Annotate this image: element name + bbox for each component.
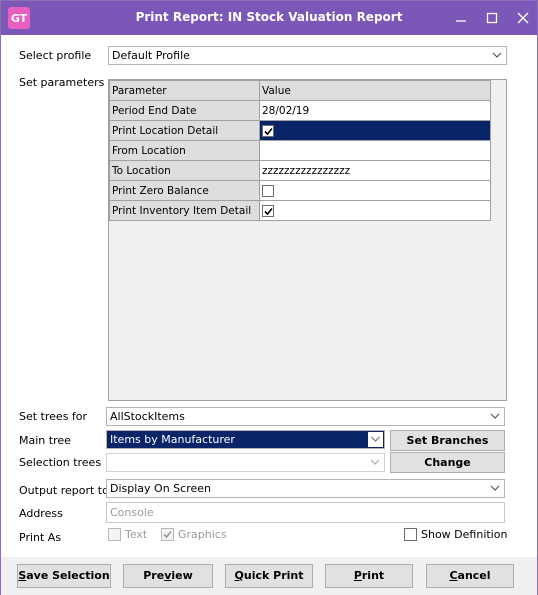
parameters-grid: Parameter Value Period End Date 28/02/19… [108,79,507,401]
chevron-down-icon [492,52,502,58]
main-tree-select[interactable]: Items by Manufacturer [106,430,385,449]
minimize-button[interactable] [449,7,473,29]
text-option-label: Text [125,528,148,541]
parameter-column-header: Parameter [109,80,260,101]
change-button[interactable]: Change [390,452,505,473]
parameter-name: From Location [109,140,260,161]
graphics-option[interactable]: Graphics [161,528,227,541]
print-zero-balance-cell[interactable] [259,180,491,201]
set-trees-for-select[interactable]: AllStockItems [106,407,505,426]
selection-trees-select[interactable] [106,453,385,472]
print-location-detail-cell[interactable] [259,120,491,141]
chevron-down-icon [368,432,383,447]
save-selection-button[interactable]: Save Selection [17,564,111,588]
print-inventory-item-detail-cell[interactable] [259,200,491,221]
checkmark-icon [264,207,273,215]
from-location-input[interactable] [259,140,491,161]
parameter-name: Period End Date [109,100,260,121]
parameter-name: Print Inventory Item Detail [109,200,260,221]
parameter-row: To Location zzzzzzzzzzzzzzzz [109,160,491,181]
parameter-row: Print Location Detail [109,120,491,141]
parameter-name: Print Location Detail [109,120,260,141]
parameter-row: From Location [109,140,491,161]
parameters-header-row: Parameter Value [109,80,491,101]
profile-select-value: Default Profile [112,49,190,62]
period-end-date-input[interactable]: 28/02/19 [259,100,491,121]
print-inventory-item-detail-checkbox[interactable] [262,204,274,217]
show-definition-option[interactable]: Show Definition [404,528,507,541]
chevron-down-icon [490,413,500,419]
close-button[interactable] [511,7,535,29]
value-column-header: Value [259,80,491,101]
main-tree-label: Main tree [19,434,71,447]
graphics-checkbox[interactable] [161,528,174,541]
checkmark-icon [163,530,172,539]
preview-button[interactable]: Preview [123,564,213,588]
show-definition-checkbox[interactable] [404,528,417,541]
select-profile-label: Select profile [19,49,92,62]
chevron-down-icon [370,459,380,465]
text-option[interactable]: Text [108,528,147,541]
parameter-row: Print Inventory Item Detail [109,200,491,221]
show-definition-label: Show Definition [421,528,508,541]
cancel-button[interactable]: Cancel [426,564,514,588]
profile-select[interactable]: Default Profile [108,46,507,65]
parameter-row: Print Zero Balance [109,180,491,201]
to-location-input[interactable]: zzzzzzzzzzzzzzzz [259,160,491,181]
maximize-button[interactable] [480,7,504,29]
main-tree-value: Items by Manufacturer [110,433,235,446]
address-label: Address [19,507,63,520]
print-as-label: Print As [19,531,62,544]
close-icon [517,12,529,24]
set-branches-button[interactable]: Set Branches [390,430,505,451]
set-trees-for-label: Set trees for [19,410,88,423]
parameters-table: Parameter Value Period End Date 28/02/19… [109,80,491,221]
output-report-to-label: Output report to [19,484,109,497]
output-report-to-select[interactable]: Display On Screen [106,479,505,498]
set-trees-for-value: AllStockItems [110,410,185,423]
text-checkbox[interactable] [108,528,121,541]
title-bar[interactable]: GT Print Report: IN Stock Valuation Repo… [1,1,537,35]
print-zero-balance-checkbox[interactable] [262,184,274,197]
chevron-down-icon [490,485,500,491]
parameter-name: Print Zero Balance [109,180,260,201]
parameter-row: Period End Date 28/02/19 [109,100,491,121]
maximize-icon [486,12,498,24]
print-button[interactable]: Print [325,564,413,588]
minimize-icon [456,20,466,22]
checkmark-icon [264,127,273,135]
address-input[interactable]: Console [106,502,505,523]
print-report-window: GT Print Report: IN Stock Valuation Repo… [0,0,538,595]
print-location-detail-checkbox[interactable] [262,124,274,137]
quick-print-button[interactable]: Quick Print [225,564,313,588]
graphics-option-label: Graphics [178,528,227,541]
set-parameters-label: Set parameters [19,76,105,89]
selection-trees-label: Selection trees [19,456,102,469]
output-report-to-value: Display On Screen [110,482,211,495]
parameter-name: To Location [109,160,260,181]
